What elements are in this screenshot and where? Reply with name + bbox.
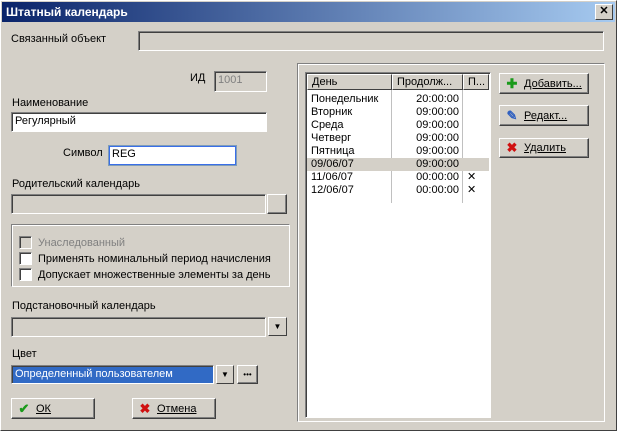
ok-button-label: ОК	[36, 402, 51, 415]
cancel-button[interactable]: ✖ Отмена	[132, 398, 216, 419]
cancel-button-label: Отмена	[157, 402, 197, 415]
cell-duration: 09:00:00	[416, 158, 459, 170]
add-button[interactable]: ✚ Добавить...	[499, 73, 589, 94]
add-plus-icon: ✚	[506, 75, 518, 91]
multiple-elements-checkbox[interactable]: Допускает множественные элементы за день	[19, 268, 270, 281]
cell-day: Среда	[311, 119, 344, 131]
table-row[interactable]: Четверг 09:00:00	[307, 132, 489, 145]
cancel-x-icon: ✖	[139, 400, 151, 416]
edit-icon: ✎	[506, 107, 518, 123]
ok-button[interactable]: ✔ ОК	[11, 398, 95, 419]
inherited-checkbox[interactable]: Унаследованный	[19, 236, 125, 249]
cell-p: ✕	[467, 171, 477, 183]
table-row[interactable]: Среда 09:00:00	[307, 119, 489, 132]
chevron-down-icon: ▼	[273, 322, 282, 331]
cell-duration: 20:00:00	[416, 93, 459, 105]
substitute-calendar-dropdown-button[interactable]: ▼	[268, 317, 287, 336]
edit-button[interactable]: ✎ Редакт...	[499, 105, 589, 126]
edit-button-label: Редакт...	[524, 109, 568, 122]
color-more-button[interactable]: •••	[237, 365, 258, 384]
table-row[interactable]: 11/06/07 00:00:00 ✕	[307, 171, 489, 184]
cell-day: Понедельник	[311, 93, 379, 105]
name-field[interactable]: Регулярный	[11, 112, 267, 132]
id-label: ИД	[190, 72, 206, 84]
table-row-selected[interactable]: 09/06/07 09:00:00	[307, 158, 489, 171]
substitute-calendar-label: Подстановочный календарь	[12, 300, 156, 312]
column-header-duration[interactable]: Продолж...	[392, 74, 463, 90]
cell-day: 09/06/07	[311, 158, 354, 170]
dialog-window: Штатный календарь ✕ Связанный объект ИД …	[0, 0, 617, 431]
delete-button-label: Удалить	[524, 142, 566, 154]
multiple-elements-checkbox-box[interactable]	[19, 268, 32, 281]
schedule-table[interactable]: День Продолж... П... Понедельник 20:00:0…	[305, 72, 491, 418]
add-button-label: Добавить...	[524, 77, 582, 90]
window-title: Штатный календарь	[6, 5, 128, 19]
multiple-elements-checkbox-label: Допускает множественные элементы за день	[38, 268, 271, 281]
inherited-checkbox-label: Унаследованный	[38, 236, 126, 249]
table-row[interactable]: 12/06/07 00:00:00 ✕	[307, 184, 489, 197]
nominal-period-checkbox[interactable]: Применять номинальный период начисления	[19, 252, 271, 265]
table-row[interactable]: Понедельник 20:00:00	[307, 93, 489, 106]
checkmark-icon: ✔	[18, 400, 30, 416]
linked-object-label: Связанный объект	[11, 33, 107, 45]
linked-object-field[interactable]	[138, 31, 604, 51]
cell-p	[463, 145, 489, 158]
title-bar[interactable]: Штатный календарь ✕	[2, 2, 615, 22]
cell-duration: 09:00:00	[416, 106, 459, 118]
table-row[interactable]: Пятница 09:00:00	[307, 145, 489, 158]
cell-p	[463, 158, 489, 171]
column-header-p[interactable]: П...	[463, 74, 489, 90]
delete-button[interactable]: ✖ Удалить	[499, 138, 589, 158]
close-button[interactable]: ✕	[595, 4, 613, 20]
cell-day: Пятница	[311, 145, 355, 157]
cell-p	[463, 119, 489, 132]
symbol-label: Символ	[63, 147, 103, 159]
table-row[interactable]: Вторник 09:00:00	[307, 106, 489, 119]
table-header: День Продолж... П...	[307, 74, 489, 90]
color-field[interactable]: Определенный пользователем	[11, 365, 214, 384]
nominal-period-checkbox-label: Применять номинальный период начисления	[38, 252, 271, 265]
cell-p	[463, 132, 489, 145]
cell-p	[463, 106, 489, 119]
cell-day: Вторник	[311, 106, 353, 118]
cell-day: 11/06/07	[311, 171, 354, 183]
cell-duration: 09:00:00	[416, 145, 459, 157]
parent-calendar-field[interactable]	[11, 194, 266, 214]
cell-duration: 09:00:00	[416, 132, 459, 144]
cell-day: Четверг	[311, 132, 352, 144]
chevron-down-icon: ▼	[221, 370, 229, 379]
column-header-day[interactable]: День	[307, 74, 392, 90]
id-field[interactable]: 1001	[214, 71, 267, 92]
parent-calendar-browse-button[interactable]	[267, 194, 287, 214]
cell-p	[463, 93, 489, 106]
nominal-period-checkbox-box[interactable]	[19, 252, 32, 265]
cell-duration: 00:00:00	[416, 184, 459, 196]
color-dropdown-button[interactable]: ▼	[216, 365, 234, 384]
delete-x-icon: ✖	[506, 140, 518, 155]
substitute-calendar-field[interactable]	[11, 317, 266, 337]
color-label: Цвет	[12, 348, 37, 360]
parent-calendar-label: Родительский календарь	[12, 178, 140, 190]
cell-p: ✕	[467, 184, 477, 196]
inherited-checkbox-box[interactable]	[19, 236, 32, 249]
cell-day: 12/06/07	[311, 184, 354, 196]
cell-duration: 00:00:00	[416, 171, 459, 183]
cell-duration: 09:00:00	[416, 119, 459, 131]
name-label: Наименование	[12, 97, 89, 109]
symbol-field[interactable]: REG	[108, 145, 237, 166]
